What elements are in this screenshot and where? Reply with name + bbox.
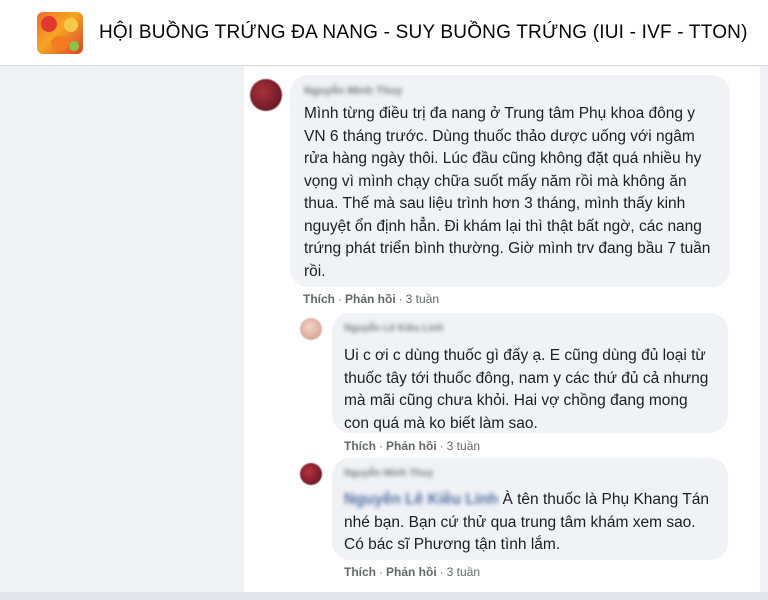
like-button[interactable]: Thích [344, 565, 376, 579]
reply-button[interactable]: Phản hồi [345, 292, 396, 306]
reply-button[interactable]: Phản hồi [386, 565, 437, 579]
page: HỘI BUỒNG TRỨNG ĐA NANG - SUY BUỒNG TRỨN… [0, 0, 768, 600]
group-header: HỘI BUỒNG TRỨNG ĐA NANG - SUY BUỒNG TRỨN… [0, 0, 768, 66]
comment-bubble: Nguyễn Minh Thuy Nguyễn Lê Kiều Linh À t… [332, 458, 728, 560]
avatar[interactable] [300, 318, 322, 340]
comment-actions: Thích · Phản hồi · 3 tuần [303, 292, 440, 306]
group-title[interactable]: HỘI BUỒNG TRỨNG ĐA NANG - SUY BUỒNG TRỨN… [99, 22, 748, 44]
comment-text: Nguyễn Lê Kiều Linh À tên thuốc là Phụ K… [344, 489, 716, 557]
like-button[interactable]: Thích [344, 439, 376, 453]
left-panel [0, 67, 244, 600]
comment-timestamp[interactable]: 3 tuần [447, 439, 480, 453]
reply-button[interactable]: Phản hồi [386, 439, 437, 453]
comment-author[interactable]: Nguyễn Minh Thuy [344, 466, 716, 482]
bottom-divider [0, 592, 768, 600]
comment-author[interactable]: Nguyễn Lê Kiều Linh [344, 321, 716, 337]
comment-text: Mình từng điều trị đa nang ở Trung tâm P… [304, 105, 711, 280]
mention-link[interactable]: Nguyễn Lê Kiều Linh [344, 491, 498, 508]
comment-text: Ui c ơi c dùng thuốc gì đấy ạ. E cũng dù… [344, 347, 709, 432]
comment-timestamp[interactable]: 3 tuần [447, 565, 480, 579]
comment-actions: Thích · Phản hồi · 3 tuần [344, 565, 481, 579]
right-edge [760, 67, 768, 600]
avatar[interactable] [250, 79, 282, 111]
comment-author[interactable]: Nguyễn Minh Thuy [304, 83, 718, 99]
avatar[interactable] [300, 463, 322, 485]
comment-bubble: Nguyễn Minh Thuy Mình từng điều trị đa n… [290, 75, 730, 287]
like-button[interactable]: Thích [303, 292, 335, 306]
comment-timestamp[interactable]: 3 tuần [406, 292, 439, 306]
group-cover-image[interactable] [37, 11, 83, 54]
comment-actions: Thích · Phản hồi · 3 tuần [344, 439, 481, 453]
comment-bubble: Nguyễn Lê Kiều Linh Ui c ơi c dùng thuốc… [332, 313, 728, 433]
